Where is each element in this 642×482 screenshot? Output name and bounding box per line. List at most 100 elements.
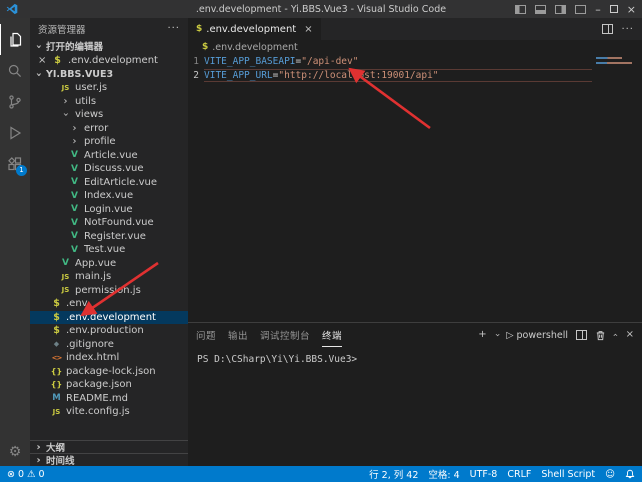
encoding-status[interactable]: UTF-8 [470, 469, 498, 480]
kill-terminal-trash-icon[interactable] [595, 330, 606, 341]
tree-item-Discuss.vue[interactable]: VDiscuss.vue [30, 162, 188, 176]
tree-item-Register.vue[interactable]: VRegister.vue [30, 230, 188, 244]
tree-item-Login.vue[interactable]: VLogin.vue [30, 203, 188, 217]
tree-item-Index.vue[interactable]: VIndex.vue [30, 189, 188, 203]
terminal-view[interactable]: PS D:\CSharp\Yi\Yi.BBS.Vue3> [188, 347, 642, 466]
tree-item-label: Article.vue [84, 150, 138, 161]
md-icon: M [50, 393, 63, 403]
tree-item-label: .env.production [66, 325, 144, 336]
new-terminal-icon[interactable]: + [478, 330, 486, 340]
indentation-status[interactable]: 空格: 4 [428, 467, 459, 481]
terminal-dropdown-icon[interactable]: › [491, 333, 501, 337]
tree-item-label: Test.vue [84, 244, 125, 255]
split-editor-icon[interactable] [602, 24, 613, 34]
tree-item-README.md[interactable]: MREADME.md [30, 392, 188, 406]
tree-item-Test.vue[interactable]: VTest.vue [30, 243, 188, 257]
tree-item-package-lock.json[interactable]: {}package-lock.json [30, 365, 188, 379]
tree-item-.gitignore[interactable]: ◆.gitignore [30, 338, 188, 352]
close-panel-icon[interactable]: × [626, 330, 634, 340]
tree-item-main.js[interactable]: JSmain.js [30, 270, 188, 284]
vue-icon: V [68, 231, 81, 241]
toggle-panel-icon[interactable] [535, 5, 546, 14]
explorer-more-actions-icon[interactable]: ··· [167, 23, 180, 34]
more-actions-icon[interactable]: ··· [621, 24, 634, 35]
breadcrumb[interactable]: $ .env.development [188, 40, 642, 54]
project-header[interactable]: › YI.BBS.VUE3 [30, 67, 188, 81]
minimap[interactable] [592, 54, 642, 322]
tree-item-error[interactable]: ›error [30, 122, 188, 136]
chevron-right-icon: › [34, 455, 43, 466]
tree-item-label: .gitignore [66, 339, 114, 350]
tree-item-label: .env [66, 298, 88, 309]
split-terminal-icon[interactable] [576, 330, 587, 340]
open-editors-header[interactable]: › 打开的编辑器 [30, 39, 188, 53]
tree-item-label: Register.vue [84, 231, 146, 242]
tree-item-App.vue[interactable]: VApp.vue [30, 257, 188, 271]
tree-item-permission.js[interactable]: JSpermission.js [30, 284, 188, 298]
token-variable: VITE_APP_BASEAPI [204, 56, 296, 67]
source-control-icon[interactable] [0, 86, 30, 117]
tree-item-label: views [75, 109, 103, 120]
outline-section[interactable]: › 大纲 [30, 440, 188, 453]
tree-item-user.js[interactable]: JSuser.js [30, 81, 188, 95]
env-file-icon: $ [196, 24, 202, 34]
panel-header: 问题输出调试控制台终端 + › ▷ powershell › × [188, 323, 642, 347]
tree-item-package.json[interactable]: {}package.json [30, 378, 188, 392]
activity-bar: 1 ⚙ [0, 18, 30, 466]
tree-item-label: main.js [75, 271, 111, 282]
vue-icon: V [68, 177, 81, 187]
tree-item-vite.config.js[interactable]: JSvite.config.js [30, 405, 188, 419]
extensions-icon[interactable]: 1 [0, 148, 30, 179]
tree-item-label: Discuss.vue [84, 163, 144, 174]
tab-env-development[interactable]: $ .env.development × [188, 18, 321, 40]
feedback-smiley-icon[interactable]: ☺ [605, 469, 615, 480]
open-editor-item[interactable]: × $ .env.development [30, 53, 188, 67]
token-string: "http://localhost:19001/api" [278, 70, 438, 81]
tree-item-index.html[interactable]: <>index.html [30, 351, 188, 365]
shell-selector[interactable]: ▷ powershell [506, 330, 568, 341]
toggle-secondary-sidebar-icon[interactable] [555, 5, 566, 14]
close-button[interactable]: × [627, 4, 636, 15]
minimize-button[interactable]: – [595, 4, 601, 15]
search-icon[interactable] [0, 55, 30, 86]
tree-item-.env[interactable]: $.env [30, 297, 188, 311]
tree-item-.env.production[interactable]: $.env.production [30, 324, 188, 338]
tree-item-Article.vue[interactable]: VArticle.vue [30, 149, 188, 163]
chevron-down-icon: › [33, 70, 44, 79]
close-editor-icon[interactable]: × [38, 55, 47, 66]
tree-item-utils[interactable]: ›utils [30, 95, 188, 109]
tree-item-label: App.vue [75, 258, 116, 269]
terminal-prompt: PS D:\CSharp\Yi\Yi.BBS.Vue3> [197, 354, 357, 365]
customize-layout-icon[interactable] [575, 5, 586, 14]
tree-item-views[interactable]: ›views [30, 108, 188, 122]
panel-tab-3[interactable]: 调试控制台 [260, 323, 310, 347]
panel-tab-4[interactable]: 终端 [322, 323, 342, 347]
timeline-section[interactable]: › 时间线 [30, 453, 188, 466]
code-editor[interactable]: 1VITE_APP_BASEAPI="/api-dev"2VITE_APP_UR… [188, 54, 642, 322]
eol-status[interactable]: CRLF [507, 469, 531, 480]
open-editor-label: .env.development [68, 55, 158, 66]
language-mode-status[interactable]: Shell Script [541, 469, 595, 480]
status-bar: ⊗ 0 ⚠ 0 行 2, 列 42 空格: 4 UTF-8 CRLF Shell… [0, 466, 642, 482]
tab-close-icon[interactable]: × [304, 24, 312, 35]
toggle-sidebar-icon[interactable] [515, 5, 526, 14]
maximize-panel-icon[interactable]: › [611, 333, 621, 337]
tree-item-NotFound.vue[interactable]: VNotFound.vue [30, 216, 188, 230]
cursor-position-status[interactable]: 行 2, 列 42 [369, 467, 418, 481]
notifications-bell-icon[interactable] [625, 469, 635, 479]
sidebar-title: 资源管理器 [38, 22, 86, 36]
panel-tab-2[interactable]: 输出 [228, 323, 248, 347]
vue-icon: V [59, 258, 72, 268]
panel-tab-1[interactable]: 问题 [196, 323, 216, 347]
tree-item-.env.development[interactable]: $.env.development [30, 311, 188, 325]
maximize-button[interactable] [610, 5, 618, 13]
tree-item-EditArticle.vue[interactable]: VEditArticle.vue [30, 176, 188, 190]
problems-status[interactable]: ⊗ 0 ⚠ 0 [7, 469, 45, 480]
run-debug-icon[interactable] [0, 117, 30, 148]
explorer-sidebar: 资源管理器 ··· › 打开的编辑器 × $ .env.development … [30, 18, 188, 466]
settings-gear-icon[interactable]: ⚙ [9, 444, 22, 460]
explorer-icon[interactable] [0, 24, 30, 55]
tree-item-profile[interactable]: ›profile [30, 135, 188, 149]
tree-item-label: error [84, 123, 108, 134]
folder-closed-icon: › [68, 136, 81, 147]
